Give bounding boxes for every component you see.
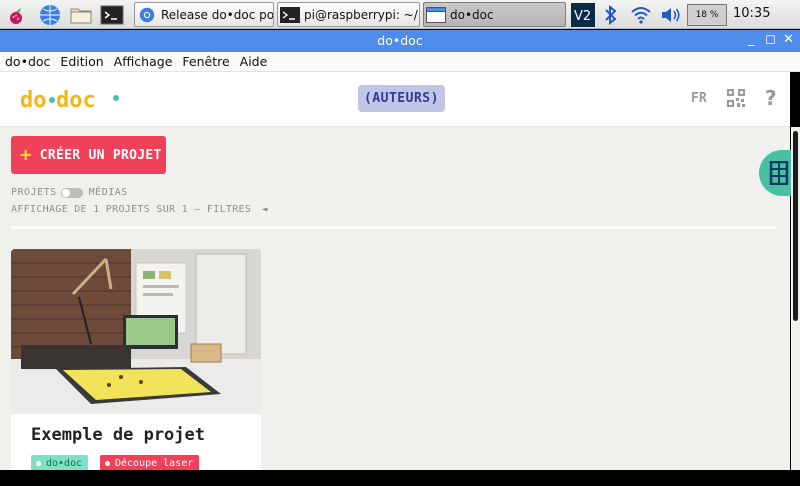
filter-toggle-arrow-icon[interactable]: ◄ [262, 204, 268, 215]
svg-text:doc: doc [56, 88, 96, 112]
create-project-label: CRÉER UN PROJET [39, 147, 162, 163]
clock: 10:35 [733, 6, 771, 21]
mode-toggle[interactable] [60, 187, 83, 198]
project-card[interactable]: Exemple de projet do•doc Découpe laser [11, 249, 261, 470]
battery-indicator[interactable]: 18 % [687, 4, 727, 26]
menu-fenetre[interactable]: Fenêtre [182, 54, 229, 69]
authors-button[interactable]: (AUTEURS) [358, 85, 445, 112]
divider [11, 226, 776, 229]
mode-medias-label: MÉDIAS [88, 187, 128, 198]
window-titlebar[interactable]: do•doc _ ◻ ✕ [0, 30, 800, 52]
terminal-icon[interactable] [99, 2, 124, 27]
plus-icon: + [20, 144, 32, 166]
terminal-icon [280, 6, 300, 23]
close-button[interactable]: ✕ [783, 32, 794, 47]
tag-label: Découpe laser [115, 458, 194, 469]
tag-label: do•doc [46, 458, 83, 469]
task-browser[interactable]: Release do•doc po... [134, 2, 274, 27]
help-button[interactable]: ? [765, 86, 777, 110]
project-tag-dodoc[interactable]: do•doc [31, 455, 89, 470]
window-icon [426, 6, 446, 23]
tag-dot-icon [36, 461, 41, 466]
file-manager-icon[interactable] [68, 2, 93, 27]
task-browser-label: Release do•doc po... [161, 7, 274, 22]
bluetooth-icon[interactable] [600, 3, 622, 27]
raspberry-menu-icon[interactable] [3, 2, 28, 27]
maximize-button[interactable]: ◻ [765, 32, 776, 47]
filter-text: AFFICHAGE DE 1 PROJETS SUR 1 — FILTRES [11, 204, 252, 215]
menu-aide[interactable]: Aide [240, 54, 268, 69]
project-thumbnail [11, 249, 261, 414]
minimize-button[interactable]: _ [748, 32, 755, 47]
menu-bar: do•doc Edition Affichage Fenêtre Aide [0, 52, 800, 72]
svg-text:V2: V2 [574, 9, 591, 24]
scrollbar-thumb[interactable] [793, 131, 798, 321]
language-button[interactable]: FR [691, 91, 707, 106]
scrollbar[interactable] [791, 127, 800, 470]
web-browser-icon[interactable] [37, 2, 62, 27]
taskbar: Release do•doc po... pi@raspberrypi: ~/.… [0, 0, 800, 29]
app-header: do doc (AUTEURS) FR ? [0, 72, 790, 127]
projects-main: + CRÉER UN PROJET PROJETS MÉDIAS AFFICHA… [0, 127, 790, 470]
menu-affichage[interactable]: Affichage [114, 54, 173, 69]
filter-summary: AFFICHAGE DE 1 PROJETS SUR 1 — FILTRES ◄ [11, 204, 268, 215]
dodoc-logo[interactable]: do doc [20, 86, 120, 113]
window-title: do•doc [377, 33, 423, 48]
create-project-button[interactable]: + CRÉER UN PROJET [11, 136, 166, 174]
chromium-icon [139, 7, 155, 22]
task-terminal[interactable]: pi@raspberrypi: ~/... [277, 2, 420, 27]
screen-bottom-edge [0, 470, 800, 486]
mode-switch: PROJETS MÉDIAS [11, 187, 128, 198]
task-terminal-label: pi@raspberrypi: ~/... [304, 7, 420, 22]
task-dodoc[interactable]: do•doc [423, 2, 566, 27]
menu-edition[interactable]: Edition [60, 54, 103, 69]
project-tag-laser[interactable]: Découpe laser [100, 455, 200, 470]
wifi-icon[interactable] [628, 3, 654, 27]
svg-text:do: do [20, 88, 47, 112]
tag-dot-icon [105, 461, 110, 466]
menu-app[interactable]: do•doc [5, 54, 50, 69]
project-title[interactable]: Exemple de projet [31, 425, 205, 445]
task-dodoc-label: do•doc [450, 7, 494, 22]
battery-label: 18 % [695, 10, 719, 20]
vnc-icon[interactable]: V2 [570, 3, 596, 27]
qr-code-icon[interactable] [727, 89, 745, 107]
mode-projects-label: PROJETS [11, 187, 57, 198]
book-icon [769, 161, 789, 185]
volume-icon[interactable] [658, 3, 684, 27]
